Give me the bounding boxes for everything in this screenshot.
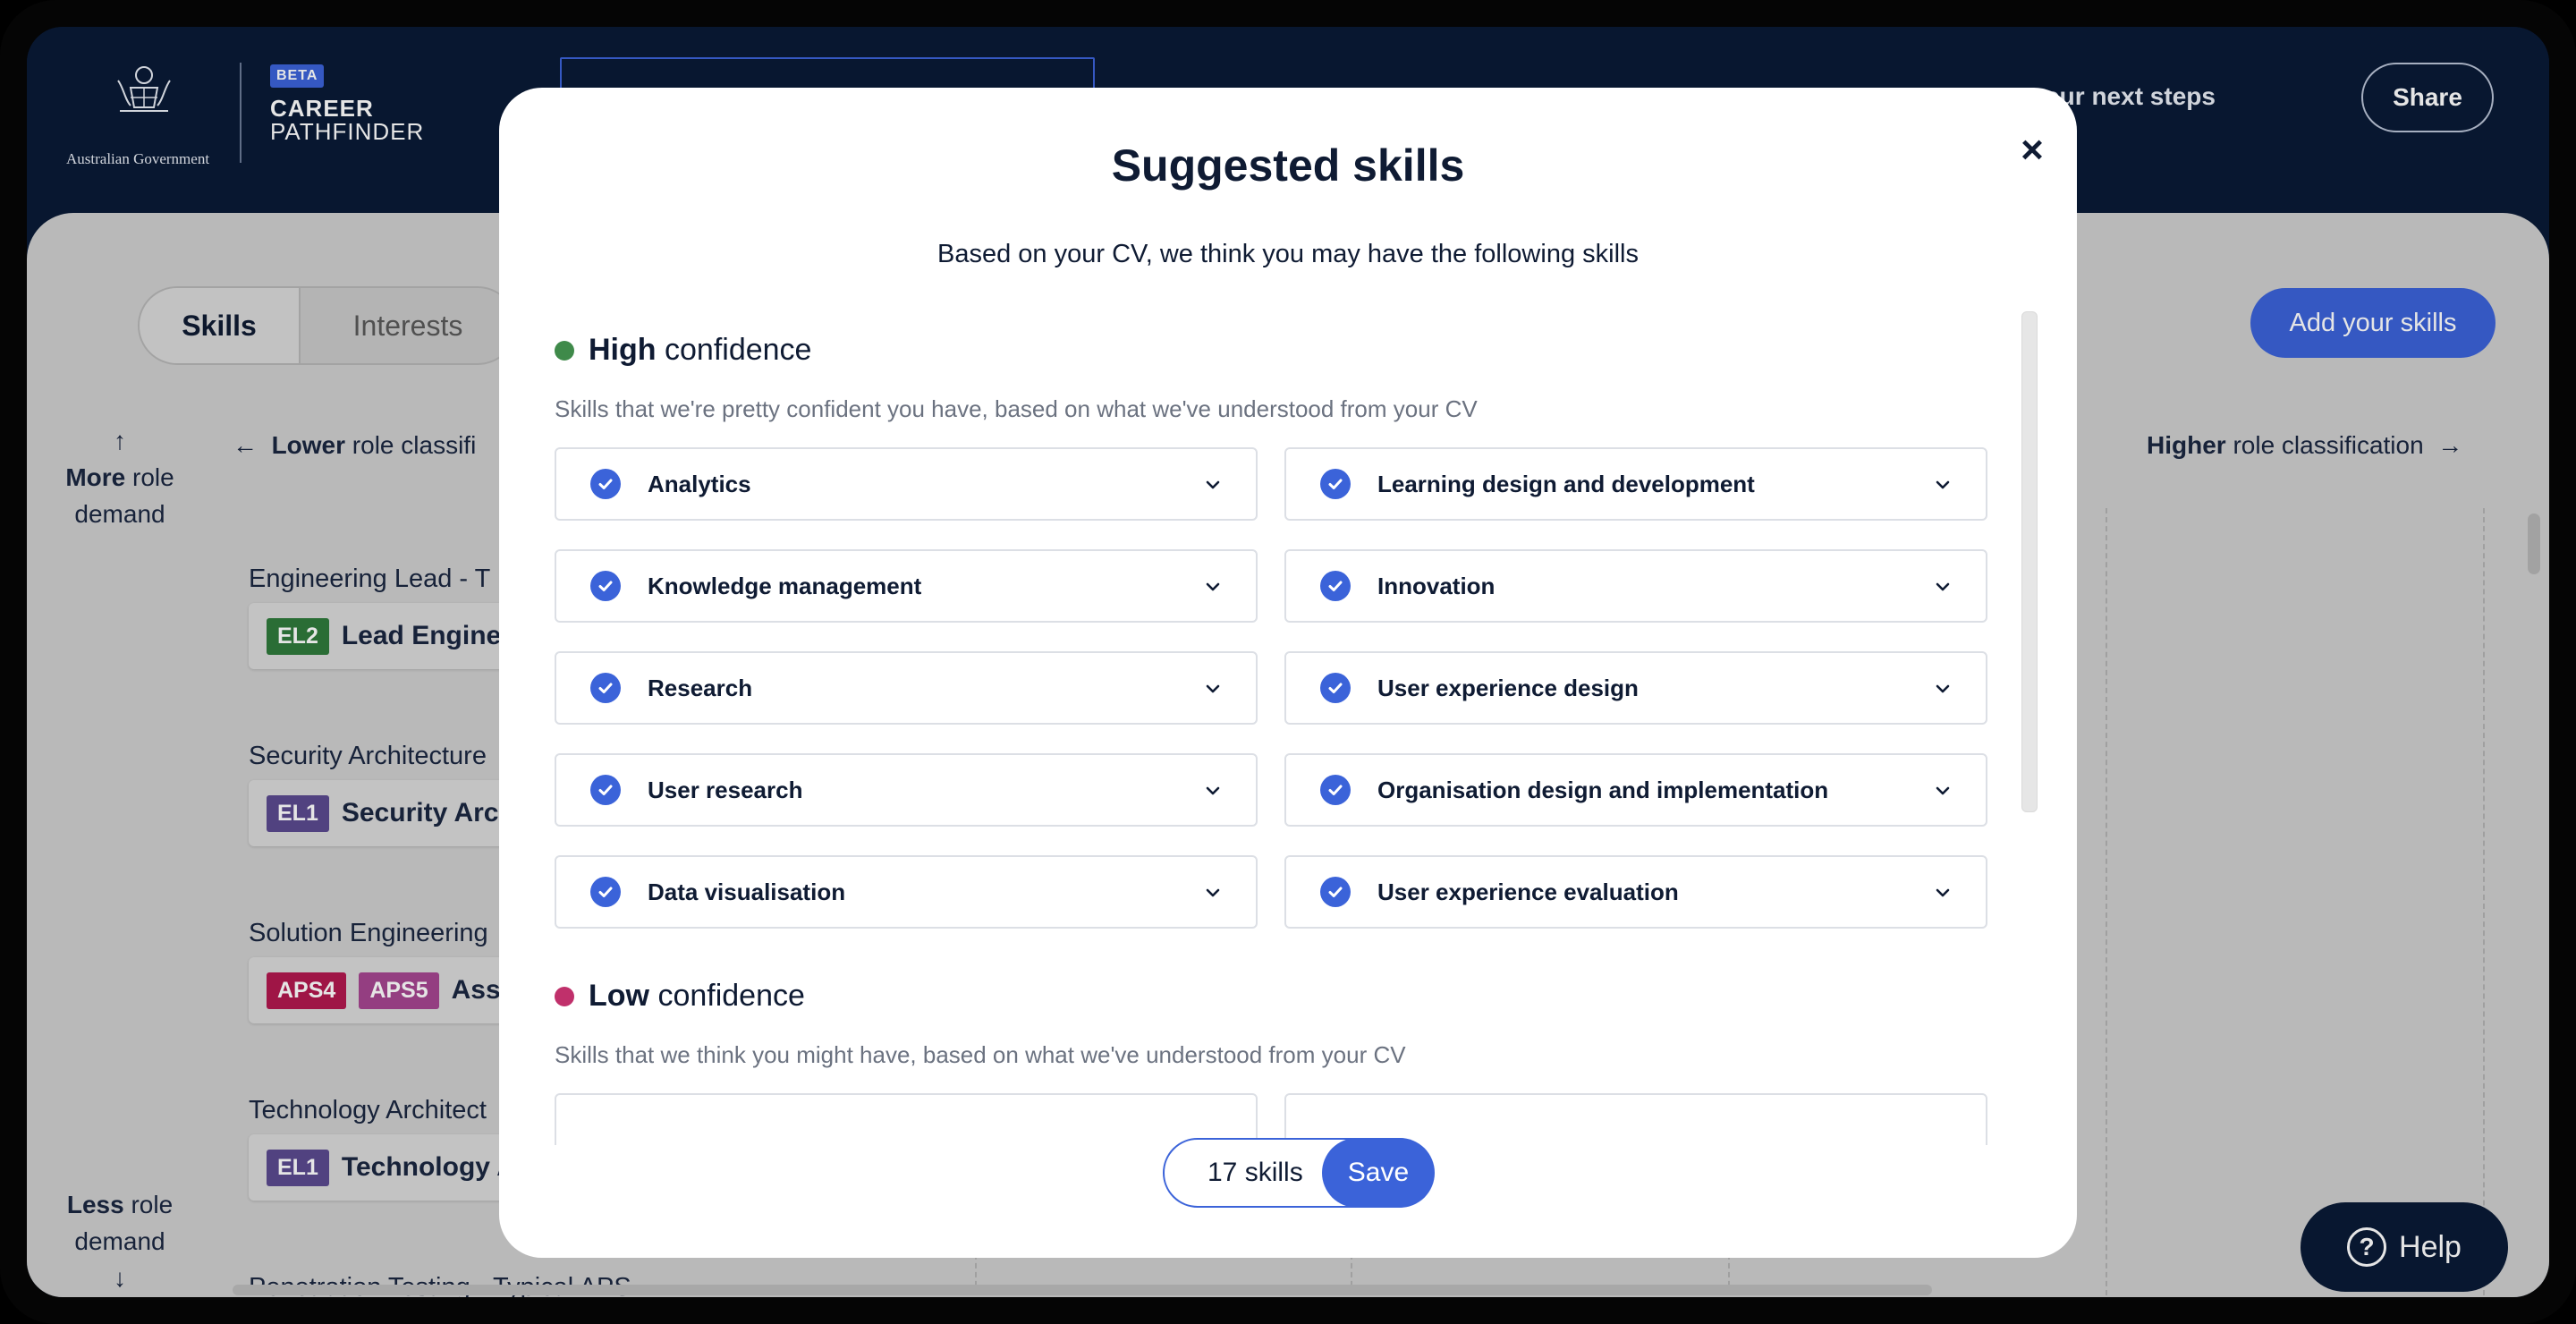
high-confidence-heading: High confidence [555,333,811,368]
skill-card[interactable]: User experience evaluation [1284,855,1987,929]
low-rest: confidence [657,979,805,1013]
skill-card[interactable]: Analytics [555,447,1258,521]
checkmark-icon[interactable] [1320,775,1351,805]
skill-card[interactable]: Organisation design and implementation [1284,753,1987,827]
chevron-down-icon[interactable] [1932,576,1953,598]
skills-scroll-area[interactable]: High confidence Skills that we're pretty… [499,302,2077,1145]
chevron-down-icon[interactable] [1932,882,1953,904]
checkmark-icon[interactable] [590,469,621,499]
modal-subtitle: Based on your CV, we think you may have … [937,240,1639,268]
skill-card[interactable]: User experience design [1284,651,1987,725]
low-bold: Low [589,979,649,1013]
skill-card[interactable]: Innovation [1284,549,1987,623]
skills-count: 17 skills [1208,1158,1303,1187]
chevron-down-icon[interactable] [1202,882,1224,904]
skills-count-bar: 17 skills Save [1163,1138,1435,1208]
skill-label: User experience evaluation [1377,878,1679,905]
skill-card-partial[interactable] [555,1093,1258,1145]
skill-label: Research [648,674,753,701]
chevron-down-icon[interactable] [1932,474,1953,496]
checkmark-icon[interactable] [1320,469,1351,499]
skill-card[interactable]: Knowledge management [555,549,1258,623]
skill-label: Organisation design and implementation [1377,776,1829,803]
checkmark-icon[interactable] [1320,673,1351,703]
checkmark-icon[interactable] [590,877,621,907]
high-rest: confidence [665,333,812,367]
low-confidence-title: Low confidence [589,979,805,1014]
chevron-down-icon[interactable] [1202,576,1224,598]
chevron-down-icon[interactable] [1932,780,1953,802]
skill-card[interactable]: Learning design and development [1284,447,1987,521]
checkmark-icon[interactable] [590,571,621,601]
device-frame: Australian Government BETA CAREER PATHFI… [0,0,2576,1324]
skill-label: User experience design [1377,674,1639,701]
low-confidence-dot [555,986,574,1006]
skill-label: User research [648,776,803,803]
low-confidence-description: Skills that we think you might have, bas… [555,1041,1406,1068]
chevron-down-icon[interactable] [1932,678,1953,700]
high-confidence-title: High confidence [589,333,811,368]
checkmark-icon[interactable] [1320,571,1351,601]
low-confidence-heading: Low confidence [555,979,805,1014]
checkmark-icon[interactable] [1320,877,1351,907]
suggested-skills-modal: × Suggested skills Based on your CV, we … [499,88,2077,1258]
modal-scrollbar-thumb[interactable] [2021,311,2038,812]
chevron-down-icon[interactable] [1202,678,1224,700]
high-confidence-dot [555,340,574,361]
modal-title: Suggested skills [1111,140,1465,191]
skill-label: Analytics [648,470,751,497]
skill-label: Knowledge management [648,572,922,599]
skill-label: Innovation [1377,572,1496,599]
skill-label: Learning design and development [1377,470,1755,497]
checkmark-icon[interactable] [590,775,621,805]
skill-label: Data visualisation [648,878,846,905]
skill-card[interactable]: Data visualisation [555,855,1258,929]
high-confidence-description: Skills that we're pretty confident you h… [555,395,1478,422]
chevron-down-icon[interactable] [1202,780,1224,802]
skill-card[interactable]: User research [555,753,1258,827]
high-bold: High [589,333,657,367]
screen: Australian Government BETA CAREER PATHFI… [27,27,2549,1297]
skill-card[interactable]: Research [555,651,1258,725]
save-button[interactable]: Save [1322,1138,1435,1208]
checkmark-icon[interactable] [590,673,621,703]
chevron-down-icon[interactable] [1202,474,1224,496]
